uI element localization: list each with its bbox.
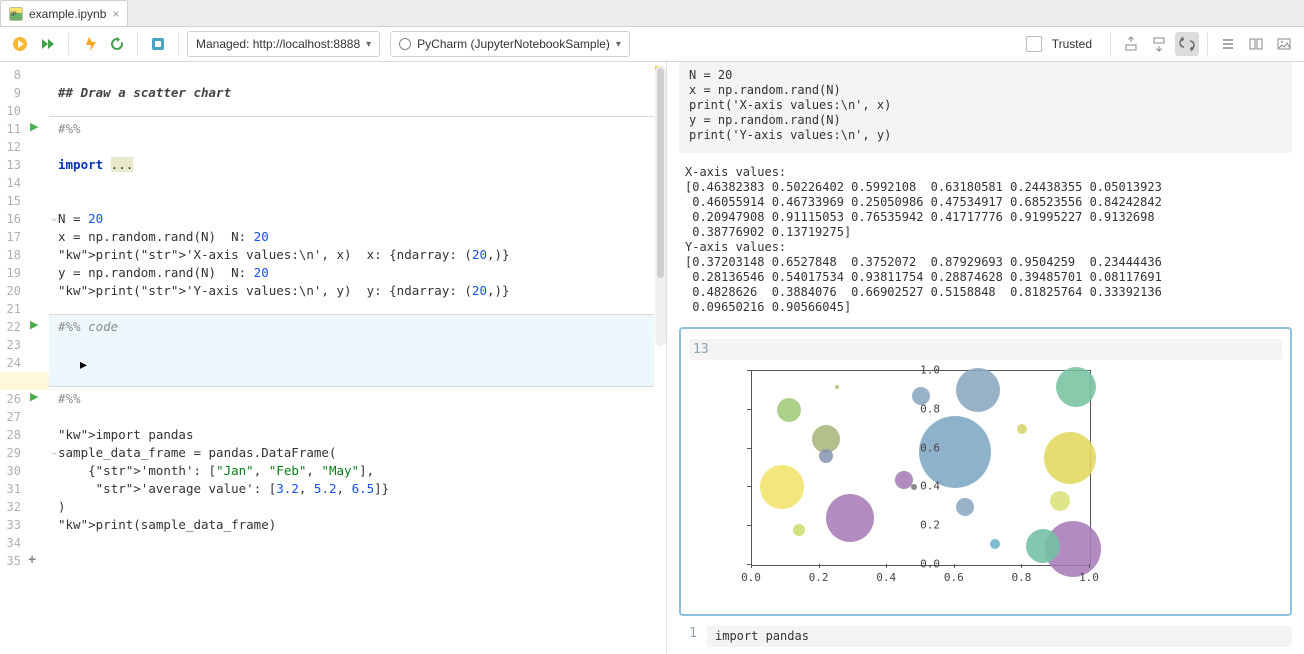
sync-scroll-button[interactable] (1175, 32, 1199, 56)
chart-output-cell[interactable]: 13 0.00.20.40.60.81.00.00.20.40.60.81.0 (679, 327, 1292, 616)
toolbar: Managed: http://localhost:8888 ▾ PyCharm… (0, 27, 1304, 62)
output-code-echo: N = 20 x = np.random.rand(N) print('X-ax… (679, 62, 1292, 153)
scrollbar[interactable] (655, 66, 666, 346)
run-cell-gutter-button[interactable]: ▶ (30, 390, 38, 403)
code-area[interactable]: ## Draw a scatter chart#%%import ...N = … (58, 66, 654, 570)
separator (68, 33, 69, 55)
chart-point (1044, 432, 1096, 484)
code-editor[interactable]: 8910111213141516171819202122232425262728… (0, 62, 667, 654)
output-text: X-axis values: [0.46382383 0.50226402 0.… (679, 161, 1292, 319)
view-list-button[interactable] (1216, 32, 1240, 56)
separator (178, 33, 179, 55)
server-combo[interactable]: Managed: http://localhost:8888 ▾ (187, 31, 380, 57)
tab-filename: example.ipynb (29, 7, 106, 21)
chart-point (760, 465, 804, 509)
chart-point (835, 385, 839, 389)
view-split-button[interactable] (1244, 32, 1268, 56)
kernel-combo[interactable]: PyCharm (JupyterNotebookSample) ▾ (390, 31, 630, 57)
chart-point (990, 539, 1000, 549)
run-all-button[interactable] (36, 32, 60, 56)
trusted-checkbox[interactable] (1026, 36, 1042, 52)
chart-point (793, 524, 805, 536)
chart-point (911, 484, 917, 490)
mouse-pointer: ◂ (80, 356, 87, 373)
separator (1110, 33, 1111, 55)
chevron-down-icon: ▾ (616, 39, 621, 50)
view-image-button[interactable] (1272, 32, 1296, 56)
notebook-icon (9, 7, 23, 21)
chart-point (1050, 491, 1070, 511)
tab-bar: example.ipynb × (0, 0, 1304, 27)
interrupt-button[interactable] (77, 32, 101, 56)
line-gutter: 8910111213141516171819202122232425262728… (0, 62, 27, 654)
add-cell-gutter-button[interactable]: + (28, 551, 36, 567)
variables-button[interactable] (146, 32, 170, 56)
add-cell-below-button[interactable] (1147, 32, 1171, 56)
close-icon[interactable]: × (112, 7, 119, 21)
add-cell-above-button[interactable] (1119, 32, 1143, 56)
scatter-chart: 0.00.20.40.60.81.00.00.20.40.60.81.0 (717, 366, 1282, 606)
kernel-status-icon (399, 38, 411, 50)
cell-exec-number: 13 (689, 339, 1282, 360)
restart-button[interactable] (105, 32, 129, 56)
trusted-label: Trusted (1052, 37, 1092, 51)
chart-point (956, 498, 974, 516)
chart-point (1026, 529, 1060, 563)
file-tab[interactable]: example.ipynb × (0, 0, 128, 26)
separator (137, 33, 138, 55)
cell-exec-number: 1 (679, 626, 697, 641)
chart-point (777, 398, 801, 422)
chevron-down-icon: ▾ (366, 39, 371, 50)
next-cell-code: import pandas (715, 629, 809, 643)
body-split: 8910111213141516171819202122232425262728… (0, 62, 1304, 654)
next-cell-preview[interactable]: 1 import pandas (679, 626, 1292, 647)
chart-point (1056, 367, 1096, 407)
app-root: example.ipynb × Managed: http://localhos… (0, 0, 1304, 654)
chart-point (826, 494, 874, 542)
output-pane[interactable]: N = 20 x = np.random.rand(N) print('X-ax… (667, 62, 1304, 654)
kernel-label: PyCharm (JupyterNotebookSample) (417, 37, 610, 51)
run-cell-gutter-button[interactable]: ▶ (30, 120, 38, 133)
plot-area (751, 370, 1091, 566)
chart-point (819, 449, 833, 463)
separator (1207, 33, 1208, 55)
run-cell-gutter-button[interactable]: ▶ (30, 318, 38, 331)
chart-point (1017, 424, 1027, 434)
chart-point (956, 368, 1000, 412)
server-label: Managed: http://localhost:8888 (196, 37, 360, 51)
run-cell-button[interactable] (8, 32, 32, 56)
